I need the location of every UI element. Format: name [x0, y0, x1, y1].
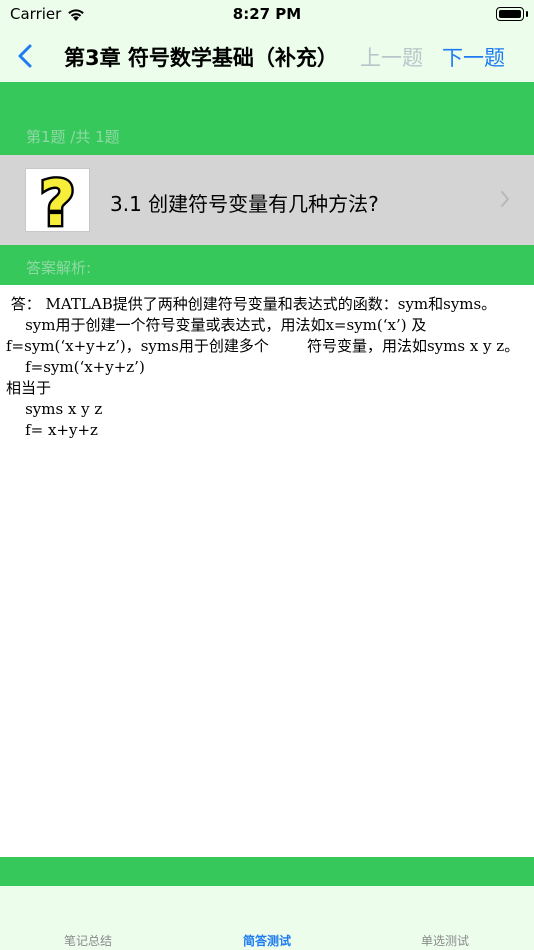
- answer-label: 答案解析:: [26, 259, 92, 277]
- tab-single-choice-test[interactable]: 单选测试: [385, 932, 505, 949]
- next-question-button[interactable]: 下一题: [442, 42, 505, 72]
- svg-text:?: ?: [40, 168, 76, 232]
- battery-tip: [526, 11, 528, 17]
- answer-line: f= x+y+z: [6, 421, 98, 439]
- answer-text: 答： MATLAB提供了两种创建符号变量和表达式的函数：sym和syms。 sy…: [6, 294, 526, 441]
- back-chevron-icon[interactable]: [10, 38, 40, 74]
- answer-line: 相当于: [6, 379, 52, 397]
- question-row[interactable]: ? 3.1 创建符号变量有几种方法?: [0, 155, 534, 245]
- answer-line: sym用于创建一个符号变量或表达式，用法如x=sym(‘x’) 及 f=sym(…: [6, 316, 520, 355]
- previous-question-button[interactable]: 上一题: [360, 42, 423, 72]
- tab-short-answer-test[interactable]: 简答测试: [207, 932, 327, 949]
- clock: 8:27 PM: [232, 5, 302, 23]
- battery-icon: [496, 7, 524, 21]
- answer-line: f=sym(‘x+y+z’): [6, 358, 145, 376]
- chapter-title: 第3章 符号数学基础（补充）: [64, 46, 338, 70]
- answer-line: syms x y z: [6, 400, 103, 418]
- question-text: 3.1 创建符号变量有几种方法?: [110, 192, 379, 216]
- footer-band: [0, 857, 534, 886]
- status-bar: Carrier 8:27 PM: [0, 0, 534, 30]
- tab-notes-summary[interactable]: 笔记总结: [28, 932, 148, 949]
- question-counter: 第1题 /共 1题: [26, 128, 120, 146]
- chevron-right-icon: [501, 191, 509, 207]
- tab-bar: 笔记总结 简答测试 单选测试: [0, 886, 534, 950]
- navigation-bar: 第3章 符号数学基础（补充） 上一题 下一题: [0, 30, 534, 82]
- answer-line: 答： MATLAB提供了两种创建符号变量和表达式的函数：sym和syms。: [6, 295, 497, 313]
- question-mark-icon: ?: [25, 168, 90, 232]
